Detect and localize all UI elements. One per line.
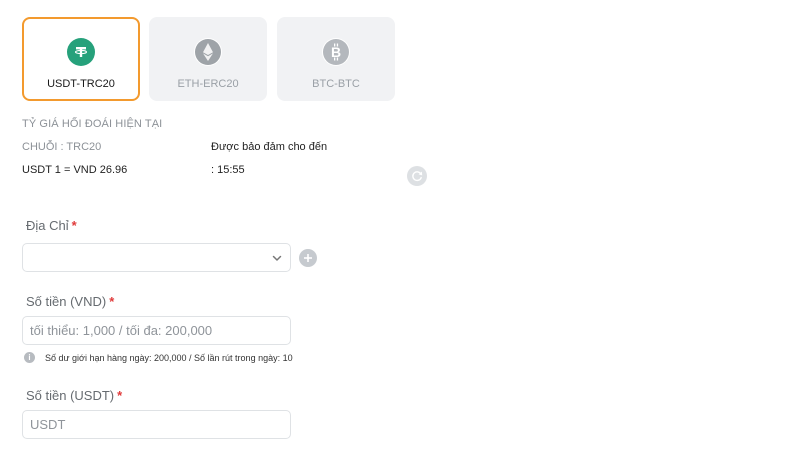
address-label: Địa Chỉ * (26, 218, 77, 233)
bitcoin-icon: B (322, 38, 350, 66)
svg-text:B: B (331, 44, 341, 60)
chain-label: CHUỖI : TRC20 (22, 141, 102, 153)
required-mark: * (109, 294, 115, 309)
exchange-rate-value: USDT 1 = VND 26.96 (22, 164, 128, 176)
coin-label: BTC-BTC (312, 78, 360, 90)
coin-card-btc-btc[interactable]: B BTC-BTC (277, 17, 395, 101)
chevron-down-icon (272, 255, 282, 261)
coin-label: ETH-ERC20 (177, 78, 239, 90)
required-mark: * (71, 218, 77, 233)
refresh-rate-button[interactable] (407, 166, 427, 186)
daily-limit-text: Số dư giới hạn hàng ngày: 200,000 / Số l… (45, 352, 293, 363)
guaranteed-until-label: Được bảo đảm cho đến (211, 141, 328, 153)
amount-vnd-input[interactable] (22, 316, 291, 345)
plus-icon (304, 254, 312, 262)
amount-usdt-input[interactable] (22, 410, 291, 439)
ethereum-icon (194, 38, 222, 66)
tether-icon (67, 38, 95, 66)
exchange-rate-title: TỶ GIÁ HỐI ĐOÁI HIỆN TẠI (22, 118, 163, 130)
refresh-icon (412, 171, 423, 182)
add-address-button[interactable] (299, 249, 317, 267)
coin-card-eth-erc20[interactable]: ETH-ERC20 (149, 17, 267, 101)
guaranteed-time: : 15:55 (211, 164, 245, 176)
address-select[interactable] (22, 243, 291, 272)
amount-usdt-label: Số tiền (USDT) * (26, 388, 123, 403)
coin-label: USDT-TRC20 (47, 78, 115, 90)
coin-card-usdt-trc20[interactable]: USDT-TRC20 (22, 17, 140, 101)
required-mark: * (117, 388, 123, 403)
amount-vnd-label: Số tiền (VND) * (26, 294, 115, 309)
info-icon: i (24, 352, 35, 363)
daily-limit-note: i Số dư giới hạn hàng ngày: 200,000 / Số… (24, 352, 293, 363)
